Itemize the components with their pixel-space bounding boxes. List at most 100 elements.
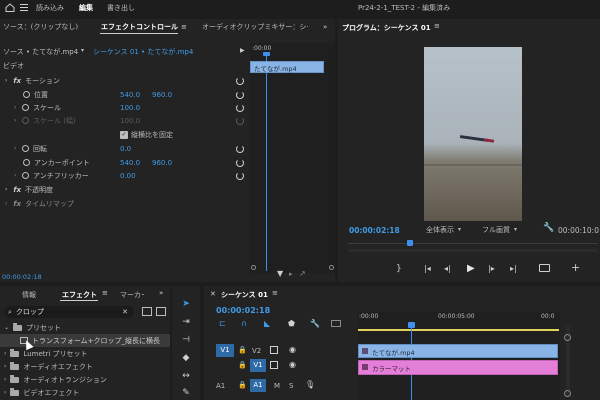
- tab-export[interactable]: 書き出し: [107, 3, 135, 13]
- close-icon[interactable]: ✕: [210, 290, 216, 298]
- sync-lock-icon[interactable]: [270, 346, 278, 354]
- tab-source[interactable]: ソース：(クリップなし): [3, 22, 78, 32]
- go-to-out-icon[interactable]: ▸|: [510, 264, 517, 273]
- export-icon[interactable]: ↗: [299, 269, 306, 278]
- chevron-down-icon[interactable]: ▾: [81, 47, 84, 54]
- wrench-icon[interactable]: 🔧: [310, 319, 320, 328]
- reset-icon[interactable]: [236, 77, 244, 85]
- stopwatch-icon[interactable]: [22, 104, 29, 111]
- source-patch-a1[interactable]: A1: [216, 382, 234, 390]
- reset-icon[interactable]: [236, 159, 244, 167]
- play-triangle-icon[interactable]: ▶: [240, 47, 245, 54]
- clip-tatenaga[interactable]: たてなが.mp4: [358, 344, 558, 358]
- tab-import[interactable]: 読み込み: [36, 3, 64, 13]
- scale-value[interactable]: 100.0: [120, 104, 140, 112]
- lock-icon[interactable]: 🔒: [238, 381, 247, 389]
- panel-menu-icon[interactable]: ≡: [102, 289, 108, 297]
- captions-icon[interactable]: [331, 320, 341, 327]
- ec-row-motion[interactable]: › fx モーション: [0, 74, 250, 87]
- export-frame-icon[interactable]: [539, 264, 550, 272]
- uniform-scale-checkbox[interactable]: ✓: [120, 130, 128, 139]
- hamburger-icon[interactable]: [20, 4, 28, 11]
- ec-row-anchor[interactable]: アンカーポイント 540.0 960.0: [0, 156, 250, 169]
- step-forward-icon[interactable]: |▸: [488, 264, 495, 273]
- timeline-scroll-knob-bottom[interactable]: [564, 390, 571, 397]
- track-name-v1[interactable]: V1: [250, 359, 266, 372]
- effects-item-audio-transitions[interactable]: › オーディオトランジション: [0, 373, 170, 386]
- lock-icon[interactable]: 🔒: [238, 361, 247, 369]
- stopwatch-icon[interactable]: [22, 145, 29, 152]
- program-scrubber[interactable]: [348, 243, 598, 244]
- program-playhead[interactable]: [407, 240, 413, 246]
- position-x-value[interactable]: 540.0: [120, 91, 140, 99]
- eye-icon[interactable]: ◉: [289, 360, 296, 369]
- ec-nav-icon[interactable]: ▸: [289, 270, 293, 278]
- reset-icon[interactable]: [236, 104, 244, 112]
- effects-item-presets[interactable]: ⌄ プリセット: [0, 321, 170, 334]
- timeline-scroll-knob[interactable]: [564, 334, 571, 341]
- selection-tool-icon[interactable]: ➤: [179, 297, 193, 311]
- ec-playhead[interactable]: [266, 53, 267, 271]
- effects-item-audio-effects[interactable]: › オーディオエフェクト: [0, 360, 170, 373]
- tab-audio-clip-mixer[interactable]: オーディオクリップミキサー：シーケ: [202, 22, 308, 32]
- track-select-tool-icon[interactable]: ⇥: [179, 315, 193, 329]
- mute-button[interactable]: M: [274, 382, 280, 390]
- stopwatch-icon[interactable]: [23, 159, 30, 166]
- play-icon[interactable]: ▶: [467, 263, 475, 274]
- ec-row-opacity[interactable]: › fx 不透明度: [0, 183, 250, 196]
- ec-playhead-head[interactable]: [263, 52, 270, 56]
- clear-search-icon[interactable]: ✕: [122, 308, 128, 316]
- zoom-select[interactable]: 全体表示 ▾: [424, 224, 476, 235]
- clip-color-matte[interactable]: カラーマット: [358, 360, 558, 375]
- work-area-bar[interactable]: [358, 329, 559, 331]
- ec-timecode[interactable]: 00:00:02:18: [2, 273, 42, 281]
- program-timecode[interactable]: 00:00:02:18: [349, 226, 400, 235]
- tab-markers[interactable]: マーカー: [120, 290, 144, 300]
- snap-icon[interactable]: ⊏: [219, 319, 226, 328]
- timeline-timecode[interactable]: 00:00:02:18: [216, 306, 270, 315]
- marker-in-icon[interactable]: }: [396, 264, 402, 274]
- view-icon[interactable]: [156, 307, 166, 316]
- sync-lock-icon[interactable]: [270, 361, 278, 369]
- marker-icon[interactable]: ⬟: [288, 319, 295, 328]
- timeline-title[interactable]: シーケンス 01: [221, 290, 268, 300]
- microphone-icon[interactable]: 🎙: [305, 380, 315, 389]
- linked-selection-icon[interactable]: ∩: [241, 319, 247, 328]
- rotation-value[interactable]: 0.0: [120, 145, 131, 153]
- go-to-in-icon[interactable]: |◂: [424, 264, 431, 273]
- add-marker-icon[interactable]: ◣: [264, 319, 270, 328]
- add-button-icon[interactable]: +: [571, 261, 580, 274]
- anchor-y-value[interactable]: 960.0: [152, 159, 172, 167]
- position-y-value[interactable]: 960.0: [152, 91, 172, 99]
- program-video-frame[interactable]: [424, 47, 522, 221]
- reset-icon[interactable]: [236, 145, 244, 153]
- home-icon[interactable]: [4, 2, 16, 13]
- sequence-label[interactable]: シーケンス 01 • たてなが.mp4: [93, 47, 193, 57]
- pen-tool-icon[interactable]: ✎: [179, 386, 193, 400]
- tab-effect-controls[interactable]: エフェクトコントロール: [101, 22, 178, 32]
- panel-overflow-icon[interactable]: »: [159, 289, 163, 297]
- panel-menu-icon[interactable]: ≡: [434, 22, 440, 30]
- effects-item-video-effects[interactable]: › ビデオエフェクト: [0, 386, 170, 399]
- reset-icon[interactable]: [236, 172, 244, 180]
- tab-effects[interactable]: エフェクト: [62, 290, 97, 300]
- ec-row-antiflicker[interactable]: › アンチフリッカー 0.00: [0, 169, 250, 182]
- track-name-a1[interactable]: A1: [250, 379, 266, 392]
- effects-item-lumetri[interactable]: › Lumetri プリセット: [0, 347, 170, 360]
- effects-search[interactable]: ⌕ クロップ ✕: [4, 306, 134, 318]
- new-bin-icon[interactable]: [142, 307, 152, 316]
- stopwatch-icon[interactable]: [22, 172, 29, 179]
- source-patch-v1[interactable]: V1: [216, 344, 234, 357]
- wrench-icon[interactable]: 🔧: [543, 223, 554, 233]
- stopwatch-icon[interactable]: [23, 91, 30, 98]
- filter-icon[interactable]: ▼: [277, 269, 283, 278]
- panel-overflow-icon[interactable]: »: [323, 23, 327, 31]
- search-input[interactable]: クロップ: [16, 307, 44, 317]
- program-scroll-bar[interactable]: [348, 249, 598, 252]
- step-back-icon[interactable]: ◂|: [444, 264, 451, 273]
- panel-menu-icon[interactable]: ≡: [272, 289, 278, 297]
- reset-icon[interactable]: [236, 91, 244, 99]
- slip-tool-icon[interactable]: ↔: [179, 369, 193, 383]
- solo-button[interactable]: S: [289, 382, 293, 390]
- ec-row-position[interactable]: 位置 540.0 960.0: [0, 88, 250, 101]
